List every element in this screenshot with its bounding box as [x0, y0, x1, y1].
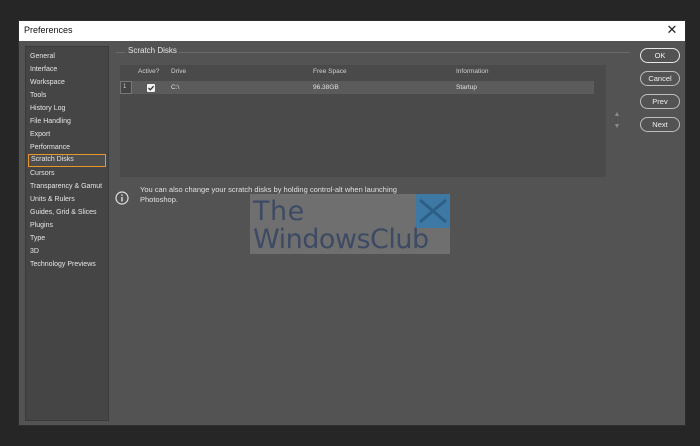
table-row[interactable]: C:\ 96.38GB Startup: [120, 81, 594, 94]
sidebar-item-general[interactable]: General: [28, 50, 106, 63]
column-header-information: Information: [456, 68, 489, 75]
move-up-icon[interactable]: ▲: [613, 111, 621, 119]
sidebar-item-units-rulers[interactable]: Units & Rulers: [28, 193, 106, 206]
sidebar-item-scratch-disks[interactable]: Scratch Disks: [28, 154, 106, 167]
preferences-sidebar: General Interface Workspace Tools Histor…: [25, 46, 109, 421]
cancel-button[interactable]: Cancel: [640, 71, 680, 86]
next-button[interactable]: Next: [640, 117, 680, 132]
active-checkbox[interactable]: [147, 84, 155, 92]
window-title: Preferences: [24, 25, 73, 35]
watermark-line-2: WindowsClub: [253, 224, 429, 255]
close-icon[interactable]: ✕: [665, 23, 679, 37]
watermark-windows-icon: [416, 194, 450, 228]
group-divider-left: [116, 52, 125, 53]
sidebar-item-export[interactable]: Export: [28, 128, 106, 141]
sidebar-item-interface[interactable]: Interface: [28, 63, 106, 76]
sidebar-item-transparency-gamut[interactable]: Transparency & Gamut: [28, 180, 106, 193]
checkmark-icon: [148, 85, 155, 91]
drive-cell: C:\: [171, 84, 180, 91]
move-down-icon[interactable]: ▼: [613, 123, 621, 131]
column-header-drive: Drive: [171, 68, 187, 75]
prev-button[interactable]: Prev: [640, 94, 680, 109]
sidebar-item-performance[interactable]: Performance: [28, 141, 106, 154]
sidebar-item-history-log[interactable]: History Log: [28, 102, 106, 115]
sidebar-item-technology-previews[interactable]: Technology Previews: [28, 258, 106, 271]
sidebar-item-plugins[interactable]: Plugins: [28, 219, 106, 232]
title-bar: Preferences ✕: [19, 21, 685, 41]
column-header-free-space: Free Space: [313, 68, 347, 75]
sidebar-item-3d[interactable]: 3D: [28, 245, 106, 258]
watermark-line-1: The: [253, 196, 305, 227]
ok-button[interactable]: OK: [640, 48, 680, 63]
free-space-cell: 96.38GB: [313, 84, 339, 91]
watermark-logo: The WindowsClub: [250, 194, 450, 255]
preferences-dialog: Preferences ✕ General Interface Workspac…: [18, 20, 686, 426]
sidebar-item-file-handling[interactable]: File Handling: [28, 115, 106, 128]
column-header-active: Active?: [138, 68, 160, 75]
sidebar-item-type[interactable]: Type: [28, 232, 106, 245]
scratch-disks-group-title: Scratch Disks: [128, 46, 177, 55]
sidebar-item-workspace[interactable]: Workspace: [28, 76, 106, 89]
row-number: 1: [120, 81, 132, 94]
sidebar-item-cursors[interactable]: Cursors: [28, 167, 106, 180]
info-icon: [115, 191, 129, 205]
sidebar-item-tools[interactable]: Tools: [28, 89, 106, 102]
information-cell: Startup: [456, 84, 477, 91]
group-divider: [179, 52, 630, 53]
sidebar-item-guides-grid-slices[interactable]: Guides, Grid & Slices: [28, 206, 106, 219]
